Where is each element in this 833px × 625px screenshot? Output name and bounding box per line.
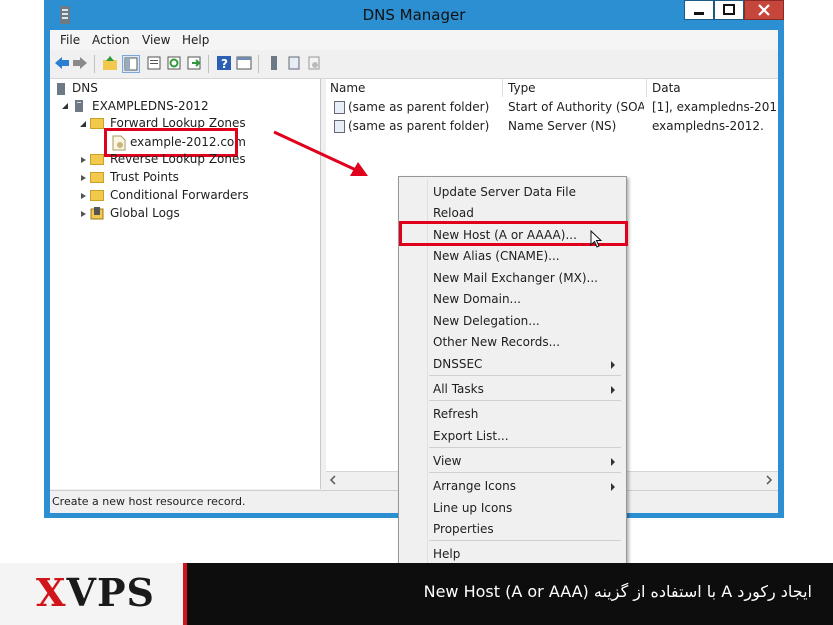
menu-item-help[interactable]: Help bbox=[433, 547, 460, 561]
toolbar-separator bbox=[208, 55, 209, 73]
menu-item-line-up-icons[interactable]: Line up Icons bbox=[433, 501, 512, 515]
tree-node-conditional-forwarders[interactable]: Conditional Forwarders bbox=[110, 188, 249, 202]
column-header-type[interactable]: Type bbox=[508, 81, 536, 95]
record-icon[interactable] bbox=[286, 55, 302, 71]
menu-item-export-list[interactable]: Export List... bbox=[433, 429, 509, 443]
cell-data: exampledns-2012. bbox=[652, 119, 764, 133]
menu-bar: File Action View Help bbox=[50, 30, 778, 50]
column-separator bbox=[646, 79, 647, 97]
menu-item-other-new-records[interactable]: Other New Records... bbox=[433, 335, 560, 349]
zone-file-icon[interactable] bbox=[306, 55, 322, 71]
menu-item-new-mail-exchanger[interactable]: New Mail Exchanger (MX)... bbox=[433, 271, 598, 285]
expand-arrow-icon[interactable] bbox=[80, 121, 86, 127]
cell-type: Name Server (NS) bbox=[508, 119, 617, 133]
scroll-left-icon[interactable] bbox=[328, 475, 338, 485]
menu-item-new-domain[interactable]: New Domain... bbox=[433, 292, 521, 306]
brand-divider bbox=[183, 563, 187, 625]
folder-icon bbox=[90, 154, 104, 165]
cell-name: (same as parent folder) bbox=[348, 100, 490, 114]
status-text: Create a new host resource record. bbox=[52, 495, 246, 508]
submenu-arrow-icon bbox=[611, 361, 615, 369]
toolbar-separator bbox=[94, 55, 95, 73]
menu-separator bbox=[429, 400, 621, 401]
menu-item-dnssec[interactable]: DNSSEC bbox=[433, 357, 482, 371]
minimize-button[interactable] bbox=[684, 0, 714, 20]
console-icon[interactable] bbox=[236, 55, 252, 71]
up-folder-icon[interactable] bbox=[102, 55, 118, 71]
toolbar-separator bbox=[258, 55, 259, 73]
dns-root-icon bbox=[57, 83, 65, 95]
menu-view[interactable]: View bbox=[142, 33, 170, 47]
menu-item-view[interactable]: View bbox=[433, 454, 461, 468]
forward-arrow-icon[interactable] bbox=[72, 55, 88, 71]
properties-icon[interactable] bbox=[146, 55, 162, 71]
submenu-arrow-icon bbox=[611, 386, 615, 394]
folder-icon bbox=[90, 190, 104, 201]
menu-item-new-delegation[interactable]: New Delegation... bbox=[433, 314, 540, 328]
red-arrow-icon bbox=[273, 130, 368, 176]
record-icon bbox=[334, 101, 345, 114]
server-icon bbox=[75, 100, 83, 112]
table-row[interactable]: (same as parent folder) Start of Authori… bbox=[326, 99, 778, 117]
maximize-icon bbox=[723, 4, 735, 15]
collapsed-arrow-icon[interactable] bbox=[80, 211, 86, 217]
column-separator bbox=[502, 79, 503, 97]
menu-item-update-server-data-file[interactable]: Update Server Data File bbox=[433, 185, 576, 199]
menu-item-all-tasks[interactable]: All Tasks bbox=[433, 382, 484, 396]
cell-type: Start of Authority (SOA) bbox=[508, 100, 644, 114]
cell-data: [1], exampledns-2012., ho bbox=[652, 100, 778, 114]
back-arrow-icon[interactable] bbox=[54, 55, 70, 71]
minimize-icon bbox=[694, 12, 704, 15]
menu-file[interactable]: File bbox=[60, 33, 80, 47]
submenu-arrow-icon bbox=[611, 458, 615, 466]
table-row[interactable]: (same as parent folder) Name Server (NS)… bbox=[326, 118, 778, 136]
mouse-cursor-icon bbox=[590, 230, 603, 248]
menu-item-properties[interactable]: Properties bbox=[433, 522, 494, 536]
column-header-data[interactable]: Data bbox=[652, 81, 681, 95]
maximize-button[interactable] bbox=[714, 0, 744, 20]
menu-item-new-alias[interactable]: New Alias (CNAME)... bbox=[433, 249, 560, 263]
collapsed-arrow-icon[interactable] bbox=[80, 193, 86, 199]
menu-separator bbox=[429, 447, 621, 448]
close-button[interactable] bbox=[744, 0, 784, 20]
svg-text:?: ? bbox=[221, 57, 228, 71]
tree-node-dns[interactable]: DNS bbox=[72, 81, 98, 95]
expand-arrow-icon[interactable] bbox=[62, 103, 68, 109]
tree-node-trust-points[interactable]: Trust Points bbox=[110, 170, 179, 184]
window-title: DNS Manager bbox=[362, 6, 466, 24]
close-icon bbox=[758, 4, 770, 16]
toolbar: ? bbox=[50, 50, 778, 79]
folder-icon bbox=[90, 172, 104, 183]
server-icon[interactable] bbox=[266, 55, 282, 71]
logo-panel: XVPS bbox=[0, 563, 183, 625]
menu-item-arrange-icons[interactable]: Arrange Icons bbox=[433, 479, 516, 493]
menu-item-reload[interactable]: Reload bbox=[433, 206, 474, 220]
caption-text: ایجاد رکورد A با استفاده از گزینه New Ho… bbox=[423, 582, 812, 601]
menu-separator bbox=[429, 472, 621, 473]
title-bar[interactable]: DNS Manager bbox=[44, 0, 784, 30]
global-logs-icon bbox=[90, 207, 104, 220]
submenu-arrow-icon bbox=[611, 483, 615, 491]
menu-action[interactable]: Action bbox=[92, 33, 130, 47]
menu-help[interactable]: Help bbox=[182, 33, 209, 47]
export-icon[interactable] bbox=[186, 55, 202, 71]
menu-separator bbox=[429, 375, 621, 376]
tree-node-server[interactable]: EXAMPLEDNS-2012 bbox=[92, 99, 209, 113]
show-tree-icon[interactable] bbox=[122, 55, 140, 73]
logo-text: VPS bbox=[66, 570, 155, 615]
collapsed-arrow-icon[interactable] bbox=[80, 157, 86, 163]
scroll-right-icon[interactable] bbox=[764, 475, 774, 485]
menu-item-refresh[interactable]: Refresh bbox=[433, 407, 478, 421]
collapsed-arrow-icon[interactable] bbox=[80, 175, 86, 181]
tree-node-reverse-lookup-zones[interactable]: Reverse Lookup Zones bbox=[110, 152, 246, 166]
folder-icon bbox=[90, 118, 104, 129]
tree-node-global-logs[interactable]: Global Logs bbox=[110, 206, 180, 220]
menu-separator bbox=[429, 540, 621, 541]
brand-logo: XVPS bbox=[36, 570, 155, 615]
refresh-icon[interactable] bbox=[166, 55, 182, 71]
column-header-name[interactable]: Name bbox=[330, 81, 365, 95]
caption-banner: XVPS ایجاد رکورد A با استفاده از گزینه N… bbox=[0, 563, 833, 625]
help-icon[interactable]: ? bbox=[216, 55, 232, 71]
logo-x: X bbox=[36, 570, 67, 615]
